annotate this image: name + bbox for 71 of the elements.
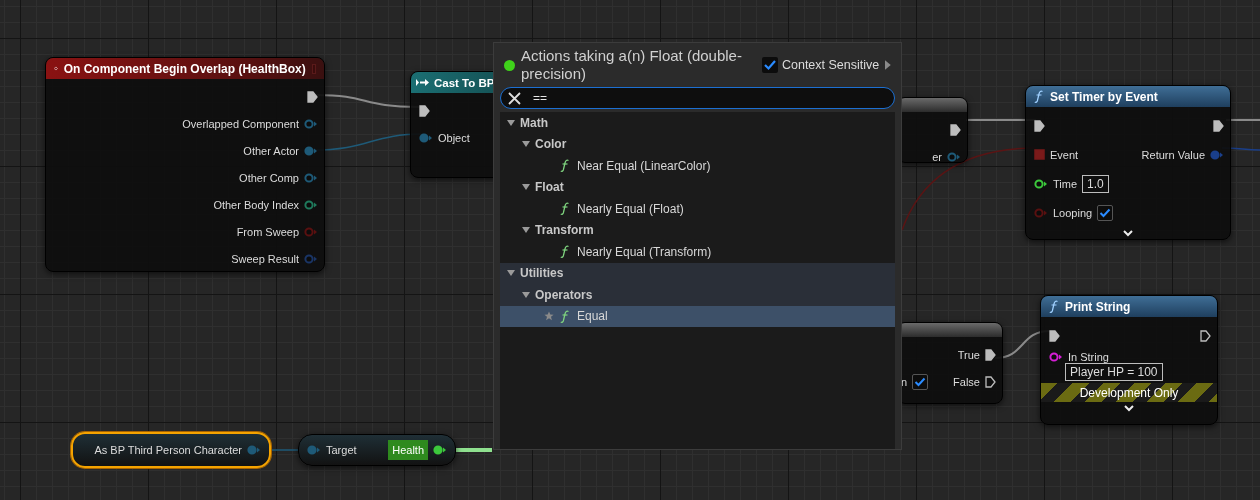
pin-label: Sweep Result (231, 252, 299, 265)
pin-label: Overlapped Component (182, 117, 299, 130)
checkbox[interactable] (1097, 204, 1114, 221)
node-title: Set Timer by Event (1050, 89, 1158, 104)
exec-pin[interactable] (1200, 329, 1211, 342)
pin-label: As BP Third Person Character (94, 444, 242, 456)
expand-arrow-icon[interactable] (885, 60, 891, 70)
cast-arrow-icon (416, 78, 430, 87)
pin-label: Target (326, 444, 357, 456)
close-icon[interactable] (508, 91, 521, 105)
graph-node[interactable]: Set Timer by Event Event Return Value Time 1.0 Looping (1025, 85, 1231, 240)
data-pin[interactable] (304, 199, 318, 210)
checkbox[interactable] (761, 57, 778, 73)
pin-label: Other Body Index (213, 198, 299, 211)
tree-item[interactable]: Transform (500, 219, 895, 241)
pin-label: Object (438, 131, 470, 144)
pin-label: In String (1068, 350, 1109, 363)
function-icon (560, 202, 570, 216)
node-title: Print String (1065, 299, 1131, 314)
checkbox-label[interactable]: Context Sensitive (781, 58, 880, 72)
data-pin[interactable] (433, 445, 447, 455)
checkbox[interactable] (912, 373, 929, 390)
function-icon (1049, 300, 1059, 313)
function-icon (560, 309, 570, 323)
tree-item[interactable]: Nearly Equal (Float) (500, 198, 895, 220)
tree-item[interactable]: Operators (500, 284, 895, 306)
pin-label: False (953, 375, 980, 388)
pin-label: From Sweep (236, 225, 299, 238)
exec-pin[interactable] (419, 104, 430, 117)
pin-label: Other Comp (239, 171, 299, 184)
chevron-down-icon[interactable] (1122, 229, 1134, 237)
pin-label: er (932, 150, 942, 162)
pin-label: Other Actor (243, 144, 299, 157)
pin-label: Return Value (1141, 148, 1205, 161)
chevron-down-icon[interactable] (1123, 404, 1135, 412)
expand-arrow-icon[interactable] (521, 289, 531, 300)
search-field[interactable]: == (500, 87, 895, 109)
pin-label: Looping (1053, 206, 1093, 219)
pin-label: Event (1050, 148, 1079, 161)
tree-item[interactable]: Utilities (500, 262, 895, 284)
pin-label: Health (388, 440, 428, 460)
function-icon (560, 159, 570, 173)
graph-node[interactable]: Target Health (298, 434, 456, 466)
data-pin[interactable] (1049, 351, 1063, 362)
value-field[interactable]: Player HP = 100 (1065, 362, 1163, 381)
graph-node[interactable]: Print String In String Player HP = 100 Development Only (1040, 295, 1218, 425)
value-field[interactable]: 1.0 (1082, 174, 1109, 193)
exec-pin[interactable] (985, 348, 996, 361)
exec-pin[interactable] (1034, 119, 1045, 132)
pin-label: n (901, 375, 908, 388)
exec-pin[interactable] (985, 375, 996, 388)
exec-pin[interactable] (1213, 119, 1224, 132)
tree-item[interactable]: Equal (500, 305, 895, 327)
star-icon[interactable] (544, 311, 554, 322)
exec-pin[interactable] (307, 90, 318, 103)
tree-item[interactable]: Nearly Equal (Transform) (500, 241, 895, 263)
exec-pin[interactable] (950, 123, 961, 136)
data-pin[interactable] (1034, 178, 1048, 189)
status-dot (504, 59, 515, 71)
graph-node[interactable]: On Component Begin Overlap (HealthBox) Overlapped Component Other Actor Other Comp Other Body Index From Sweep Sweep Result (45, 57, 325, 272)
expand-arrow-icon[interactable] (506, 117, 516, 128)
graph-node[interactable]: As BP Third Person Character (71, 432, 271, 468)
exec-pin[interactable] (1049, 329, 1060, 342)
node-title: On Component Begin Overlap (HealthBox) (63, 61, 306, 76)
development-only-banner: Development Only (1041, 383, 1217, 402)
function-icon (560, 245, 570, 259)
function-icon (1034, 90, 1044, 103)
pin-label: True (957, 348, 980, 361)
pin-label: Time (1053, 177, 1078, 190)
stop-icon (311, 63, 316, 74)
tree-item[interactable]: Float (500, 176, 895, 198)
